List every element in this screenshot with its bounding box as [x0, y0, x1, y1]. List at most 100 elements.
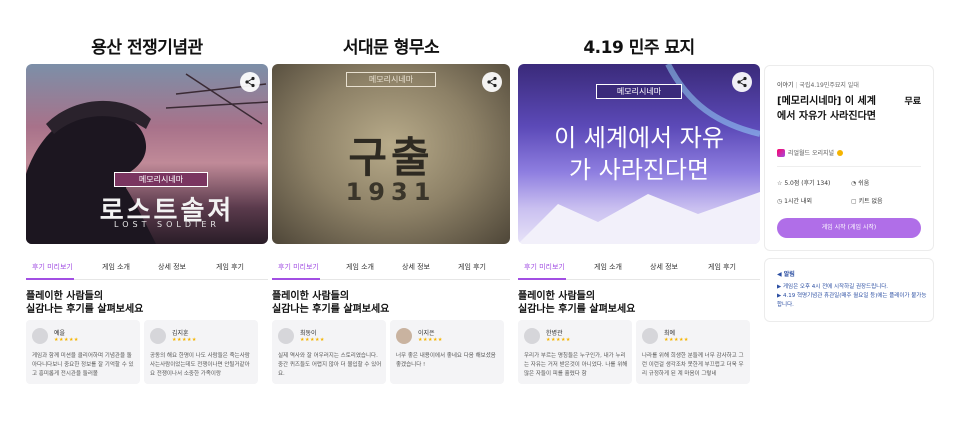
poster-title: 이 세계에서 자유가 사라진다면	[554, 124, 724, 184]
rating-stars: ★★★★★	[54, 337, 79, 343]
tab-game-review[interactable]: 게임 후기	[458, 262, 486, 272]
kit-text: 키트 없음	[858, 198, 883, 205]
tab-indicator	[26, 278, 74, 280]
avatar	[642, 328, 658, 344]
poster-badge: 메모리시네마	[596, 84, 682, 99]
heading-seodaemun: 서대문 형무소	[342, 38, 440, 58]
review-section-title: 플레이한 사람들의 실감나는 후기를 살펴보세요	[26, 291, 144, 315]
avatar	[32, 328, 48, 344]
review-text: 우리가 부르는 명칭들은 누구인가, 내가 누리는 자유는 거저 받은것이 아니…	[524, 353, 628, 377]
poster-badge: 메모리시네마	[114, 172, 208, 187]
rating-stars: ★★★★★	[664, 337, 689, 343]
avatar	[524, 328, 540, 344]
review-card: 이지은 ★★★★★ 너무 좋은 내용이에서 좋네요 다음 해보셨음 좋겠습니다 …	[390, 320, 504, 384]
tab-review-preview[interactable]: 후기 미리보기	[524, 262, 565, 272]
heading-419: 4.19 민주 묘지	[583, 38, 695, 58]
tab-game-review[interactable]: 게임 후기	[708, 262, 736, 272]
tab-indicator	[518, 278, 566, 280]
tab-bar: 후기 미리보기 게임 소개 상세 정보 게임 후기	[272, 258, 510, 280]
rating-stars: ★★★★★	[418, 337, 443, 343]
game-panel-freedom: 메모리시네마 이 세계에서 자유가 사라진다면 후기 미리보기 게임 소개 상세…	[518, 64, 760, 384]
poster-lost-soldier[interactable]: 메모리시네마 로스트솔져 LOST SOLDIER	[26, 64, 268, 244]
poster-subtitle: 1931	[345, 178, 437, 206]
game-panel-lost-soldier: 메모리시네마 로스트솔져 LOST SOLDIER 후기 미리보기 게임 소개 …	[26, 64, 268, 384]
rating-row: ☆ 5.0점 (후기 134)	[777, 178, 830, 187]
difficulty-text: 쉬움	[858, 180, 870, 187]
poster-freedom[interactable]: 메모리시네마 이 세계에서 자유가 사라진다면	[518, 64, 760, 244]
avatar	[278, 328, 294, 344]
clock-icon: ◷	[777, 198, 783, 205]
notice-icon: ◀	[777, 271, 782, 278]
review-card: 최동이 ★★★★★ 실제 역사와 잘 어우러지는 스토리였습니다. 중간 퀴즈들…	[272, 320, 386, 384]
reviewer-name: 최동이	[300, 330, 317, 337]
reviewer-name: 한병관	[546, 330, 563, 337]
tab-detail[interactable]: 상세 정보	[158, 262, 186, 272]
notice-line-2: ▶ 4.19 혁명기념관 휴관일(매주 월요일 등)에는 플레이가 불가능합니다…	[777, 293, 927, 308]
heading-yongsan: 용산 전쟁기념관	[91, 38, 203, 58]
creator-logo-icon	[777, 148, 785, 157]
tab-review-preview[interactable]: 후기 미리보기	[32, 262, 73, 272]
game-panel-rescue-1931: 메모리시네마 구출 1931 후기 미리보기 게임 소개 상세 정보 게임 후기…	[272, 64, 510, 384]
share-button[interactable]	[482, 72, 502, 92]
poster-badge: 메모리시네마	[346, 72, 436, 87]
rating-stars: ★★★★★	[300, 337, 325, 343]
kit-row: ▢ 키트 없음	[851, 196, 883, 205]
category: 이야기	[777, 82, 794, 89]
review-text: 공동의 해요 한명이 나도 사람들은 죽는사람 사는사람이었는데도 전쟁이나면 …	[150, 353, 250, 377]
share-button[interactable]	[732, 72, 752, 92]
review-text: 게임과 함께 미션을 클리어하며 기념관을 돌아다니다보니 중요한 정보를 잘 …	[32, 353, 134, 377]
game-title: [메모리시네마] 이 세계에서 자유가 사라진다면	[777, 96, 876, 122]
share-button[interactable]	[240, 72, 260, 92]
avatar	[150, 328, 166, 344]
reviewer-name: 김지훈	[172, 330, 189, 337]
review-text: 실제 역사와 잘 어우러지는 스토리였습니다. 중간 퀴즈들도 어렵지 않아 더…	[278, 353, 382, 377]
review-text: 너무 좋은 내용이에서 좋네요 다음 해보셨음 좋겠습니다 !	[396, 353, 496, 368]
review-card: 최예 ★★★★★ 나라를 위해 희생한 분들께 너무 감사하고 그런 이런걸 생…	[636, 320, 750, 384]
reviewer-name: 이지은	[418, 330, 435, 337]
review-card: 예을 ★★★★★ 게임과 함께 미션을 클리어하며 기념관을 돌아다니다보니 중…	[26, 320, 140, 384]
review-section-title: 플레이한 사람들의 실감나는 후기를 살펴보세요	[518, 291, 636, 315]
poster-rescue-1931[interactable]: 메모리시네마 구출 1931	[272, 64, 510, 244]
start-game-button[interactable]: 게임 시작 (게임 시작)	[777, 218, 921, 238]
share-icon	[737, 76, 747, 88]
review-text: 나라를 위해 희생한 분들께 너무 감사하고 그런 이런걸 생각조차 못한게 부…	[642, 353, 744, 377]
notice-line-1: ▶ 게임은 오후 4시 전에 시작하길 권장드립니다.	[777, 284, 889, 290]
duration-text: 1시간 내외	[784, 198, 812, 205]
meta-divider	[777, 166, 921, 167]
creator-name: 리얼월드 오리지널	[788, 150, 835, 157]
notice-label: 알림	[783, 271, 795, 278]
tab-indicator	[272, 278, 320, 280]
avatar	[396, 328, 412, 344]
creator-row[interactable]: 리얼월드 오리지널	[777, 148, 844, 157]
game-info-card: 이야기 | 국립4.19민주묘지 일대 [메모리시네마] 이 세계에서 자유가 …	[764, 65, 934, 251]
duration-row: ◷ 1시간 내외	[777, 196, 812, 205]
share-icon	[245, 76, 255, 88]
rating-stars: ★★★★★	[546, 337, 571, 343]
tab-review-preview[interactable]: 후기 미리보기	[278, 262, 319, 272]
rating-text: 5.0점 (후기 134)	[784, 180, 831, 187]
review-section-title: 플레이한 사람들의 실감나는 후기를 살펴보세요	[272, 291, 390, 315]
tab-game-intro[interactable]: 게임 소개	[102, 262, 130, 272]
tab-game-intro[interactable]: 게임 소개	[346, 262, 374, 272]
star-icon: ☆	[777, 180, 783, 187]
tab-detail[interactable]: 상세 정보	[402, 262, 430, 272]
difficulty-row: ◔ 쉬움	[851, 178, 869, 187]
poster-title: 구출	[348, 133, 434, 182]
tab-bar: 후기 미리보기 게임 소개 상세 정보 게임 후기	[518, 258, 760, 280]
poster-subtitle: LOST SOLDIER	[114, 220, 220, 229]
notice-header: ◀ 알림	[777, 269, 795, 278]
category-label: 이야기 | 국립4.19민주묘지 일대	[777, 80, 859, 89]
notice-card: ◀ 알림 ▶ 게임은 오후 4시 전에 시작하길 권장드립니다. ▶ 4.19 …	[764, 258, 934, 322]
difficulty-icon: ◔	[851, 180, 857, 187]
price: 무료	[904, 97, 921, 107]
tab-detail[interactable]: 상세 정보	[650, 262, 678, 272]
review-card: 김지훈 ★★★★★ 공동의 해요 한명이 나도 사람들은 죽는사람 사는사람이었…	[144, 320, 258, 384]
tab-game-intro[interactable]: 게임 소개	[594, 262, 622, 272]
reviewer-name: 최예	[664, 330, 676, 337]
reviewer-name: 예을	[54, 330, 66, 337]
review-card: 한병관 ★★★★★ 우리가 부르는 명칭들은 누구인가, 내가 누리는 자유는 …	[518, 320, 632, 384]
tab-bar: 후기 미리보기 게임 소개 상세 정보 게임 후기	[26, 258, 268, 280]
location: 국립4.19민주묘지 일대	[799, 82, 859, 89]
share-icon	[487, 76, 497, 88]
tab-game-review[interactable]: 게임 후기	[216, 262, 244, 272]
